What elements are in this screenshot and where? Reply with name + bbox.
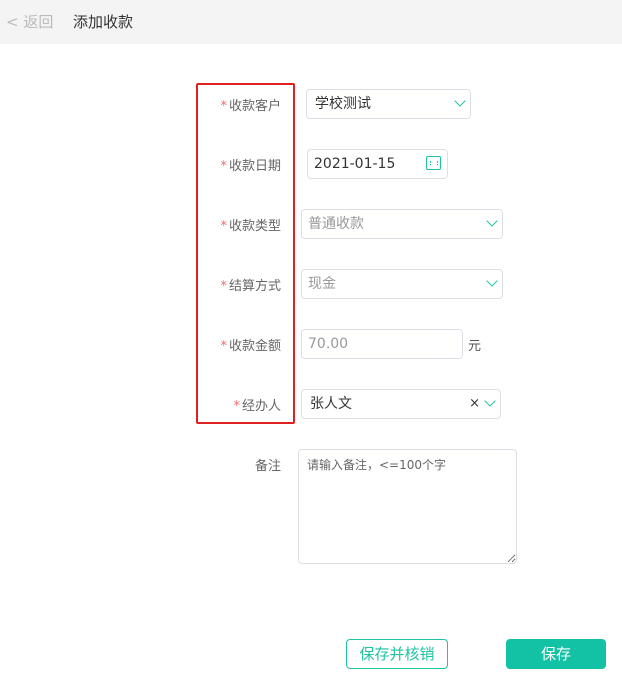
save-button[interactable]: 保存 xyxy=(506,639,606,669)
label-date: * 收款日期 xyxy=(220,159,281,174)
save-and-verify-button[interactable]: 保存并核销 xyxy=(346,639,448,669)
label-settlement: * 结算方式 xyxy=(220,279,281,294)
chevron-left-icon: < xyxy=(6,13,19,31)
back-button[interactable]: < 返回 xyxy=(6,11,53,32)
label-handler: * 经办人 xyxy=(233,399,281,414)
chevron-down-icon xyxy=(484,395,496,407)
chevron-down-icon xyxy=(486,275,498,287)
type-select[interactable]: 普通收款 xyxy=(301,209,503,239)
chevron-down-icon xyxy=(454,95,466,107)
calendar-icon[interactable] xyxy=(426,156,441,170)
date-picker[interactable]: 2021-01-15 xyxy=(307,149,448,179)
page-title: 添加收款 xyxy=(73,13,134,31)
highlight-box xyxy=(196,83,295,424)
settlement-select[interactable]: 现金 xyxy=(301,269,503,299)
label-type: * 收款类型 xyxy=(220,219,281,234)
label-amount: * 收款金额 xyxy=(220,339,281,354)
chevron-down-icon xyxy=(486,215,498,227)
top-bar: < 返回 添加收款 xyxy=(0,0,622,44)
amount-unit: 元 xyxy=(468,339,482,354)
clear-icon[interactable]: × xyxy=(469,390,480,418)
remark-textarea[interactable] xyxy=(298,449,517,564)
amount-input[interactable]: 70.00 xyxy=(301,329,463,359)
handler-select[interactable]: 张人文 × xyxy=(301,389,501,419)
customer-select[interactable]: 学校测试 xyxy=(306,89,471,119)
label-remark: 备注 xyxy=(254,459,281,474)
label-customer: * 收款客户 xyxy=(220,99,281,114)
